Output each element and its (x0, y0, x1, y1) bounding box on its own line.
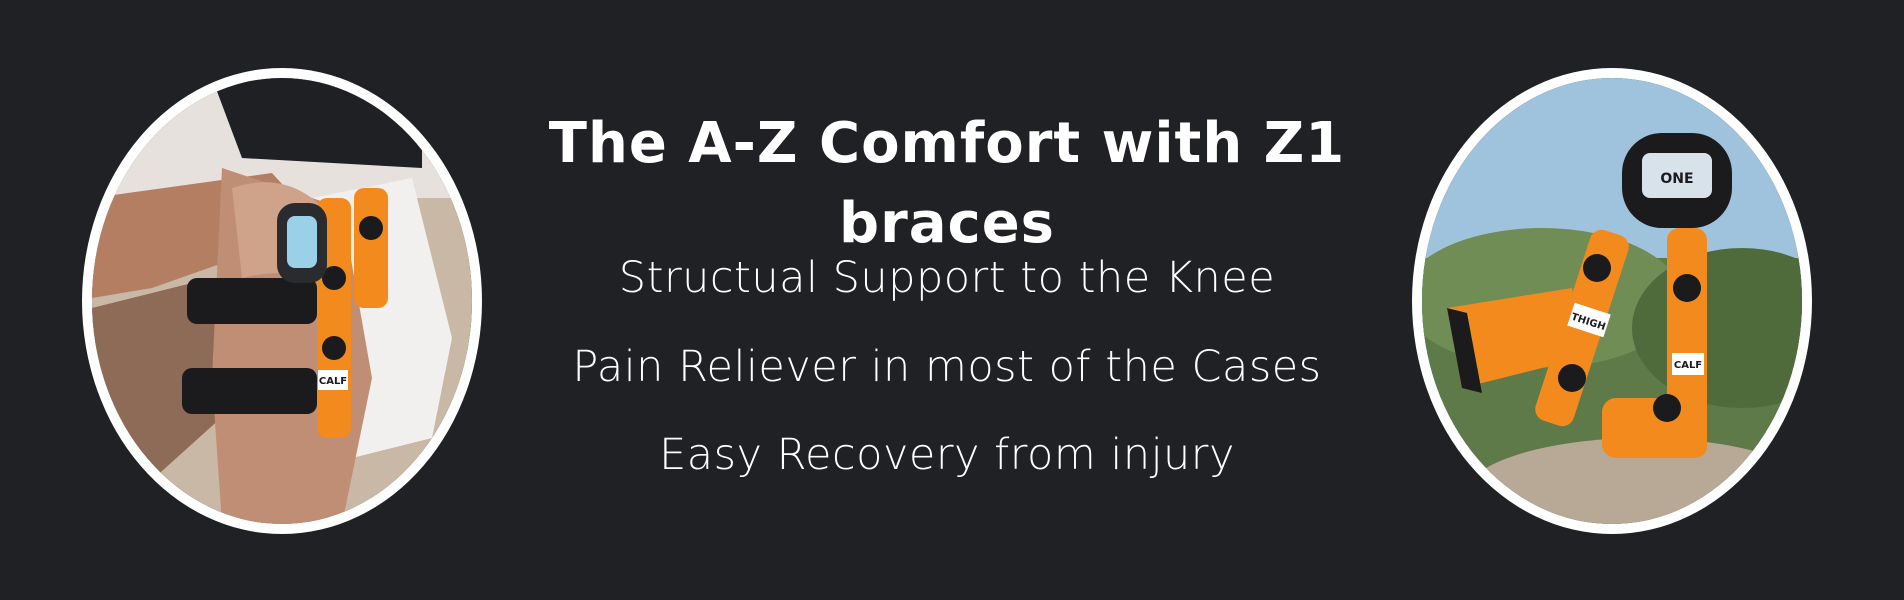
feature-line: Pain Reliever in most of the Cases (572, 342, 1322, 392)
calf-label: CALF (1674, 360, 1702, 371)
logo-label: ONE (1660, 171, 1693, 187)
feature-line: Structual Support to the Knee (618, 253, 1276, 303)
knee-brace-product-photo: ONE THIGH CALF (1412, 68, 1812, 534)
feature-line: Easy Recovery from injury (659, 430, 1235, 480)
knee-brace-worn-photo: CALF (82, 68, 482, 534)
calf-label: CALF (319, 376, 347, 387)
promo-banner: CALF The A-Z Comfort with Z1 braces Stru… (0, 0, 1904, 600)
banner-title: The A-Z Comfort with Z1 braces (548, 111, 1346, 256)
banner-text: The A-Z Comfort with Z1 braces Structual… (482, 0, 1412, 600)
